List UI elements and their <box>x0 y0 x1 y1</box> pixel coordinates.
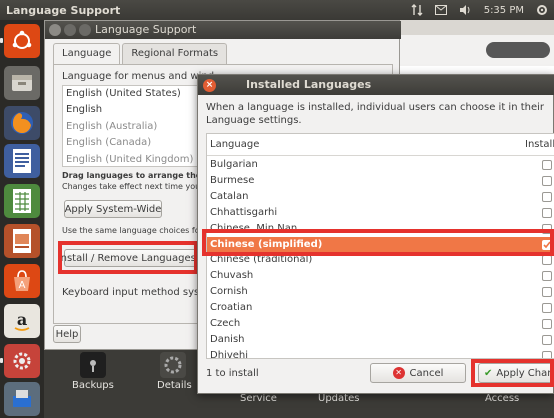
installed-checkbox[interactable] <box>542 207 552 218</box>
table-row[interactable]: Burmese <box>207 173 554 189</box>
power-gear-icon[interactable] <box>536 4 548 16</box>
table-header: Language Installe <box>207 134 554 156</box>
cancel-icon: ✕ <box>392 367 405 379</box>
installed-checkbox[interactable] <box>542 175 552 186</box>
cancel-button[interactable]: ✕ Cancel <box>370 363 466 383</box>
installed-checkbox[interactable] <box>542 287 552 298</box>
install-count-status: 1 to install <box>206 368 259 379</box>
active-app-title: Language Support <box>6 3 121 17</box>
close-icon[interactable] <box>49 24 61 36</box>
libreoffice-writer-icon[interactable] <box>4 144 40 178</box>
installed-checkbox[interactable] <box>542 350 552 358</box>
language-support-titlebar[interactable]: Language Support <box>45 21 401 39</box>
language-name: Dhivehi <box>210 349 249 359</box>
access-label[interactable]: Access <box>485 393 519 404</box>
maximize-icon[interactable] <box>79 24 91 36</box>
installed-checkbox[interactable] <box>542 255 552 266</box>
language-name: Catalan <box>210 190 249 202</box>
installed-checkbox[interactable] <box>542 271 552 282</box>
apply-changes-highlight <box>471 359 554 387</box>
table-row[interactable]: Cornish <box>207 284 554 300</box>
svg-text:a: a <box>17 310 27 329</box>
language-name: Burmese <box>210 174 255 186</box>
tab-language[interactable]: Language <box>53 43 121 65</box>
amazon-icon[interactable]: a <box>4 304 40 338</box>
language-support-icon[interactable] <box>4 382 40 416</box>
firefox-icon[interactable] <box>4 106 40 140</box>
libreoffice-calc-icon[interactable] <box>4 184 40 218</box>
launcher-pip <box>0 38 3 43</box>
minimize-icon[interactable] <box>64 24 76 36</box>
table-row[interactable]: Czech <box>207 316 554 332</box>
dialog-title: Installed Languages <box>246 78 372 91</box>
column-header-installed[interactable]: Installe <box>525 139 554 150</box>
dash-home-icon[interactable] <box>4 24 40 58</box>
list-item[interactable]: English (Canada) <box>63 135 211 151</box>
backups-label[interactable]: Backups <box>72 380 114 391</box>
language-name: Cornish <box>210 286 248 298</box>
background-search-pill <box>486 42 550 58</box>
language-name: Czech <box>210 318 241 329</box>
same-language-hint: Use the same language choices for <box>62 226 203 235</box>
system-settings-icon[interactable] <box>4 344 40 378</box>
menus-language-label: Language for menus and wind <box>62 71 215 82</box>
installed-checkbox[interactable] <box>542 160 552 170</box>
installed-checkbox[interactable] <box>542 334 552 345</box>
column-header-language[interactable]: Language <box>210 139 259 150</box>
installed-checkbox[interactable] <box>542 303 552 314</box>
table-row[interactable]: Chuvash <box>207 268 554 284</box>
mail-icon[interactable] <box>434 5 447 15</box>
list-item[interactable]: English (United Kingdom) <box>63 152 211 168</box>
list-item[interactable]: English (Australia) <box>63 119 211 135</box>
details-gear-icon[interactable] <box>160 352 186 378</box>
cancel-label: Cancel <box>409 367 444 379</box>
dialog-description: When a language is installed, individual… <box>206 102 545 126</box>
libreoffice-impress-icon[interactable] <box>4 224 40 258</box>
launcher: A a <box>0 20 44 418</box>
background-window-toolbar <box>400 20 554 35</box>
files-icon[interactable] <box>4 66 40 100</box>
list-item[interactable]: English <box>63 102 211 118</box>
tab-regional-formats[interactable]: Regional Formats <box>122 43 228 65</box>
language-order-list[interactable]: English (United States) English English … <box>62 85 212 167</box>
installed-languages-titlebar[interactable]: × Installed Languages <box>198 75 554 95</box>
top-panel: Language Support 5:35 PM <box>0 0 554 20</box>
close-icon[interactable]: × <box>203 79 216 92</box>
table-row[interactable]: Danish <box>207 332 554 348</box>
backups-icon[interactable] <box>80 352 106 378</box>
language-name: Chuvash <box>210 270 254 282</box>
details-label[interactable]: Details <box>157 380 192 391</box>
network-icon[interactable] <box>411 4 423 16</box>
svg-text:A: A <box>19 280 26 291</box>
service-label[interactable]: Service <box>240 393 277 404</box>
table-row[interactable]: Bulgarian <box>207 157 554 173</box>
language-name: Croatian <box>210 302 253 314</box>
changes-hint: Changes take effect next time you <box>62 182 201 191</box>
language-name: Danish <box>210 333 245 345</box>
table-row[interactable]: Chhattisgarhi <box>207 205 554 221</box>
volume-icon[interactable] <box>459 4 472 16</box>
list-item[interactable]: English (United States) <box>63 86 211 102</box>
indicator-area: 5:35 PM <box>411 0 548 20</box>
drag-hint: Drag languages to arrange them i <box>62 171 216 180</box>
language-name: Chhattisgarhi <box>210 206 278 218</box>
keyboard-input-label: Keyboard input method syste <box>62 287 210 298</box>
help-button[interactable]: Help <box>53 325 81 343</box>
window-title: Language Support <box>95 23 197 36</box>
installed-checkbox[interactable] <box>542 191 552 202</box>
installed-checkbox[interactable] <box>542 319 552 329</box>
clock[interactable]: 5:35 PM <box>484 5 524 16</box>
table-row[interactable]: Catalan <box>207 189 554 205</box>
language-name: Bulgarian <box>210 159 258 170</box>
table-row[interactable]: Dhivehi <box>207 348 554 359</box>
chinese-simplified-highlight <box>202 229 554 256</box>
launcher-pip <box>0 358 3 363</box>
apply-system-wide-button[interactable]: Apply System-Wide <box>64 200 162 218</box>
table-row[interactable]: Croatian <box>207 300 554 316</box>
software-center-icon[interactable]: A <box>4 264 40 298</box>
tab-bar: Language Regional Formats <box>53 43 229 65</box>
updates-label[interactable]: Updates <box>318 393 359 404</box>
install-remove-highlight <box>58 241 198 274</box>
